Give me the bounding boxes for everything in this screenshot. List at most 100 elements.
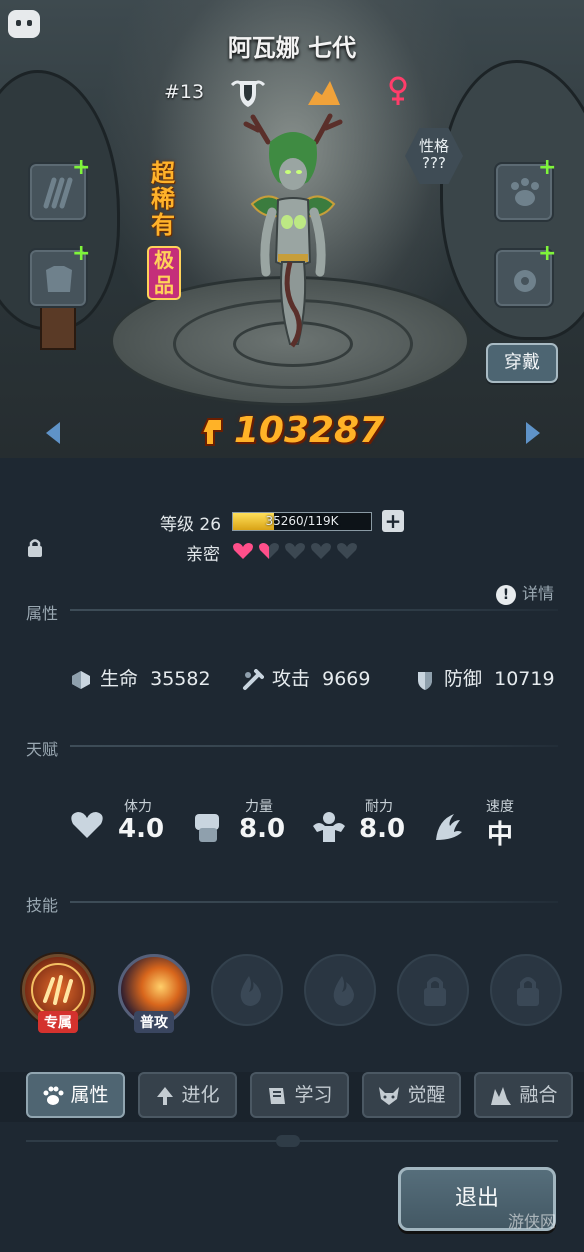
tab-evolve[interactable]: 进化	[138, 1072, 237, 1118]
terrain-icon[interactable]	[306, 79, 342, 107]
wolf-icon	[379, 1086, 400, 1105]
claw-icon	[43, 177, 73, 209]
intimacy-heart-icon	[285, 543, 305, 559]
equip-slot-armor[interactable]: +	[28, 241, 91, 308]
fist-icon	[195, 814, 219, 842]
paw-print-icon	[511, 178, 539, 206]
fist-ring-icon	[514, 270, 536, 292]
muscle-icon	[313, 812, 345, 842]
talent-value: 8.0	[239, 814, 286, 844]
intimacy-heart-icon	[311, 543, 331, 559]
watermark: 游侠网	[508, 1212, 557, 1231]
personality-value: ???	[422, 154, 446, 172]
tab-bar: 属性 进化 学习 觉醒 融合	[0, 1072, 584, 1122]
intimacy-heart-icon	[259, 543, 279, 559]
skill-exclusive[interactable]: 专属	[22, 954, 94, 1033]
detail-label: 详情	[522, 584, 555, 603]
wear-button[interactable]: 穿戴	[486, 343, 558, 383]
talent-stamina: 体力 4.0	[70, 796, 165, 856]
add-equip-plus-icon: +	[72, 241, 91, 266]
tab-attributes[interactable]: 属性	[26, 1072, 125, 1118]
add-equip-plus-icon: +	[72, 155, 91, 180]
rank-number: #13	[164, 81, 205, 103]
tab-merge[interactable]: 融合	[474, 1072, 573, 1118]
skill-slot-empty[interactable]	[304, 954, 376, 1026]
lock-icon	[517, 977, 539, 1006]
skill-slot-locked[interactable]	[490, 954, 562, 1026]
tab-label: 觉醒	[407, 1084, 446, 1106]
section-divider	[70, 745, 558, 747]
hero-tags: #13	[0, 75, 584, 109]
section-title-skills: 技能	[26, 896, 59, 915]
add-exp-button[interactable]: +	[382, 510, 404, 532]
info-icon: !	[496, 584, 516, 605]
book-icon	[269, 1087, 286, 1104]
talent-value: 4.0	[118, 814, 165, 844]
shield-icon	[418, 671, 432, 690]
section-title-attributes: 属性	[26, 604, 59, 623]
exp-text: 35260/119K	[265, 514, 339, 528]
tab-awaken[interactable]: 觉醒	[362, 1072, 461, 1118]
heart-icon	[71, 812, 103, 838]
combat-power: 103287	[0, 410, 584, 451]
tab-label: 学习	[294, 1084, 333, 1106]
attr-value: 9669	[322, 668, 371, 690]
winged-shield-icon[interactable]	[230, 75, 266, 109]
talent-value: 中	[486, 820, 513, 850]
arrow-up-icon	[157, 1086, 174, 1105]
female-icon	[389, 76, 407, 105]
attr-attack: 攻击 9669	[242, 664, 370, 691]
detail-button[interactable]: ! 详情	[496, 580, 555, 605]
lock-icon	[424, 977, 446, 1006]
tab-label: 属性	[70, 1084, 109, 1106]
attr-hp: 生命 35582	[70, 664, 211, 691]
skill-slot-locked[interactable]	[397, 954, 469, 1026]
sword-icon	[243, 668, 264, 690]
talent-label: 力量	[245, 799, 273, 815]
intimacy-heart-icon	[233, 543, 253, 559]
add-equip-plus-icon: +	[538, 241, 557, 266]
section-divider	[70, 901, 558, 903]
divider-ornament	[276, 1135, 300, 1147]
personality-label: 性格	[418, 137, 449, 155]
power-fist-icon	[200, 418, 223, 446]
skill-slot-empty[interactable]	[211, 954, 283, 1026]
tab-learn[interactable]: 学习	[250, 1072, 349, 1118]
equip-slot-weapon[interactable]: +	[28, 155, 91, 222]
talent-endurance: 耐力 8.0	[311, 796, 406, 856]
level-label: 等级 26	[160, 515, 222, 535]
intimacy-label: 亲密	[186, 545, 220, 565]
talent-value: 8.0	[359, 814, 406, 844]
attribute-row: 生命 35582 攻击 9669 防御 10719	[0, 664, 584, 692]
skill-normal-attack[interactable]: 普攻	[118, 954, 190, 1033]
intimacy-heart-icon	[337, 543, 357, 559]
flame-icon	[333, 976, 354, 1006]
add-equip-plus-icon: +	[538, 155, 557, 180]
attr-label: 生命	[100, 668, 139, 690]
combat-power-value: 103287	[233, 410, 385, 451]
tab-label: 进化	[181, 1084, 220, 1106]
talent-speed: 速度 中	[432, 796, 522, 856]
bottom-divider	[26, 1135, 558, 1147]
attr-label: 攻击	[272, 668, 311, 690]
equip-slot-accessory[interactable]: +	[494, 155, 557, 222]
tab-label: 融合	[519, 1084, 558, 1106]
heart-crystal-icon	[72, 670, 90, 689]
attr-label: 防御	[444, 668, 483, 690]
equip-slot-ring[interactable]: +	[494, 241, 557, 308]
lock-icon[interactable]	[26, 538, 44, 558]
attr-value: 10719	[494, 668, 555, 690]
skill-label: 专属	[38, 1011, 78, 1033]
merge-icon	[491, 1086, 512, 1105]
flame-icon	[240, 976, 261, 1006]
attr-value: 35582	[150, 668, 211, 690]
hero-sprite[interactable]	[238, 112, 348, 352]
rarity-label: 超稀有	[151, 159, 175, 239]
wing-icon	[436, 814, 462, 840]
skill-label: 普攻	[134, 1011, 174, 1033]
paw-icon	[43, 1086, 64, 1105]
hero-name: 阿瓦娜 七代	[227, 34, 357, 62]
section-divider	[70, 609, 558, 611]
attr-defense: 防御 10719	[414, 664, 555, 691]
talent-label: 体力	[124, 799, 152, 815]
